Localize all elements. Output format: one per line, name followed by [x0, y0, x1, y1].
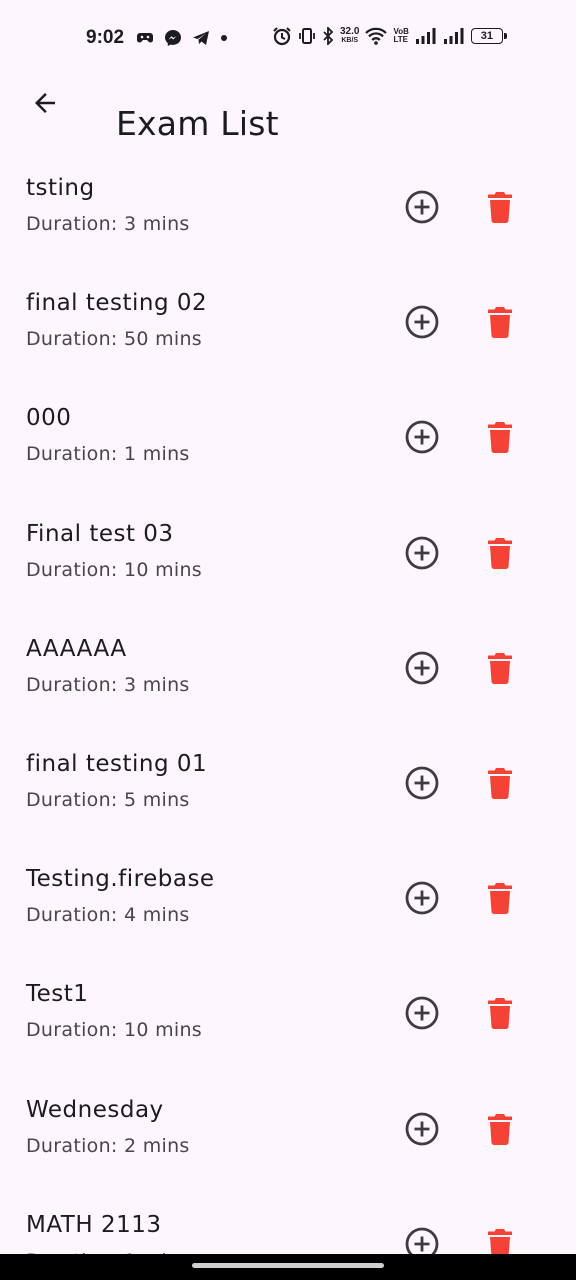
exam-duration: Duration: 5 mins [26, 788, 190, 811]
alarm-icon [273, 27, 291, 46]
list-item[interactable]: AAAAAA Duration: 3 mins [0, 606, 576, 721]
trash-icon [488, 767, 512, 799]
status-bar: 9:02 32.0 KB/S VoB LTE 31 [0, 0, 576, 76]
trash-icon [488, 1113, 512, 1145]
list-item[interactable]: Test1 Duration: 10 mins [0, 951, 576, 1066]
wifi-icon [365, 27, 388, 45]
list-item[interactable]: final testing 02 Duration: 50 mins [0, 260, 576, 375]
exam-duration: Duration: 1 mins [26, 443, 190, 466]
delete-exam-button[interactable] [478, 185, 522, 229]
exam-name: final testing 01 [26, 750, 208, 777]
add-circle-icon [405, 190, 439, 224]
system-status-icons: 32.0 KB/S VoB LTE 31 [272, 26, 507, 46]
exam-name: tsting [26, 175, 95, 201]
messenger-icon [165, 30, 181, 46]
exam-name: Testing.firebase [26, 866, 215, 893]
back-button[interactable] [20, 78, 70, 128]
add-circle-icon [405, 1112, 439, 1145]
exam-name: Test1 [26, 981, 89, 1008]
add-question-button[interactable] [400, 531, 444, 575]
add-question-button[interactable] [400, 185, 444, 229]
status-time: 9:02 [86, 27, 125, 48]
network-speed-unit: KB/S [341, 37, 359, 44]
exam-duration: Duration: 3 mins [26, 673, 190, 696]
exam-name: AAAAAA [26, 635, 127, 662]
exam-name: Wednesday [26, 1096, 164, 1123]
navigation-bar [0, 1254, 576, 1280]
delete-exam-button[interactable] [478, 646, 522, 690]
exam-duration: Duration: 10 mins [26, 558, 203, 581]
vibrate-icon [299, 28, 315, 44]
exam-duration: Duration: 50 mins [26, 328, 203, 351]
delete-exam-button[interactable] [478, 415, 522, 459]
telegram-icon [193, 31, 209, 45]
list-item[interactable]: Wednesday Duration: 2 mins [0, 1067, 576, 1182]
list-item[interactable]: tsting Duration: 3 mins [0, 145, 576, 260]
battery-indicator: 31 [470, 28, 507, 44]
list-item[interactable]: 000 Duration: 1 mins [0, 375, 576, 490]
exam-name: final testing 02 [26, 290, 208, 317]
trash-icon [488, 537, 512, 569]
add-circle-icon [405, 996, 439, 1030]
add-circle-icon [405, 536, 439, 569]
exam-name: Final test 03 [26, 520, 174, 547]
add-circle-icon [405, 305, 439, 339]
add-circle-icon [405, 420, 439, 454]
add-question-button[interactable] [400, 876, 444, 920]
delete-exam-button[interactable] [478, 300, 522, 344]
add-circle-icon [405, 881, 439, 915]
network-speed-value: 32.0 [340, 26, 360, 37]
page-title: Exam List [116, 104, 279, 144]
list-item[interactable]: Testing.firebase Duration: 4 mins [0, 836, 576, 951]
app-bar: Exam List [0, 76, 576, 143]
trash-icon [488, 192, 512, 223]
add-question-button[interactable] [400, 300, 444, 344]
exam-list-screen: 9:02 32.0 KB/S VoB LTE 31 Exam List tsti… [0, 0, 576, 1280]
exam-duration: Duration: 2 mins [26, 1134, 190, 1157]
signal-icon-sim1 [415, 28, 436, 44]
gesture-handle[interactable] [192, 1263, 384, 1268]
list-item[interactable]: final testing 01 Duration: 5 mins [0, 721, 576, 836]
arrow-back-icon [35, 93, 55, 113]
add-question-button[interactable] [400, 646, 444, 690]
exam-name: MATH 2113 [26, 1211, 162, 1238]
trash-icon [488, 307, 512, 339]
list-item[interactable]: Final test 03 Duration: 10 mins [0, 491, 576, 606]
exam-duration: Duration: 3 mins [26, 213, 190, 235]
add-question-button[interactable] [400, 415, 444, 459]
trash-icon [488, 652, 512, 684]
add-question-button[interactable] [400, 1107, 444, 1151]
exam-name: 000 [26, 405, 72, 432]
signal-icon-sim2 [443, 28, 464, 44]
add-circle-icon [405, 651, 439, 685]
delete-exam-button[interactable] [478, 876, 522, 920]
add-question-button[interactable] [400, 991, 444, 1035]
delete-exam-button[interactable] [478, 531, 522, 575]
network-speed: 32.0 KB/S [340, 27, 359, 45]
exam-list: tsting Duration: 3 mins final testing 02… [0, 145, 576, 1280]
more-notifications-dot-icon [221, 35, 227, 41]
add-question-button[interactable] [400, 761, 444, 805]
delete-exam-button[interactable] [478, 1107, 522, 1151]
delete-exam-button[interactable] [478, 761, 522, 805]
trash-icon [488, 422, 512, 454]
exam-duration: Duration: 10 mins [26, 1019, 203, 1042]
delete-exam-button[interactable] [478, 991, 522, 1035]
trash-icon [488, 883, 512, 915]
exam-duration: Duration: 4 mins [26, 904, 190, 927]
bluetooth-icon [323, 27, 334, 45]
volte-bottom-label: LTE [393, 35, 408, 44]
gamepad-icon [137, 33, 153, 43]
trash-icon [488, 998, 512, 1030]
volte-indicator: VoB LTE [393, 28, 408, 44]
notification-icons [136, 29, 228, 47]
add-circle-icon [405, 766, 439, 800]
